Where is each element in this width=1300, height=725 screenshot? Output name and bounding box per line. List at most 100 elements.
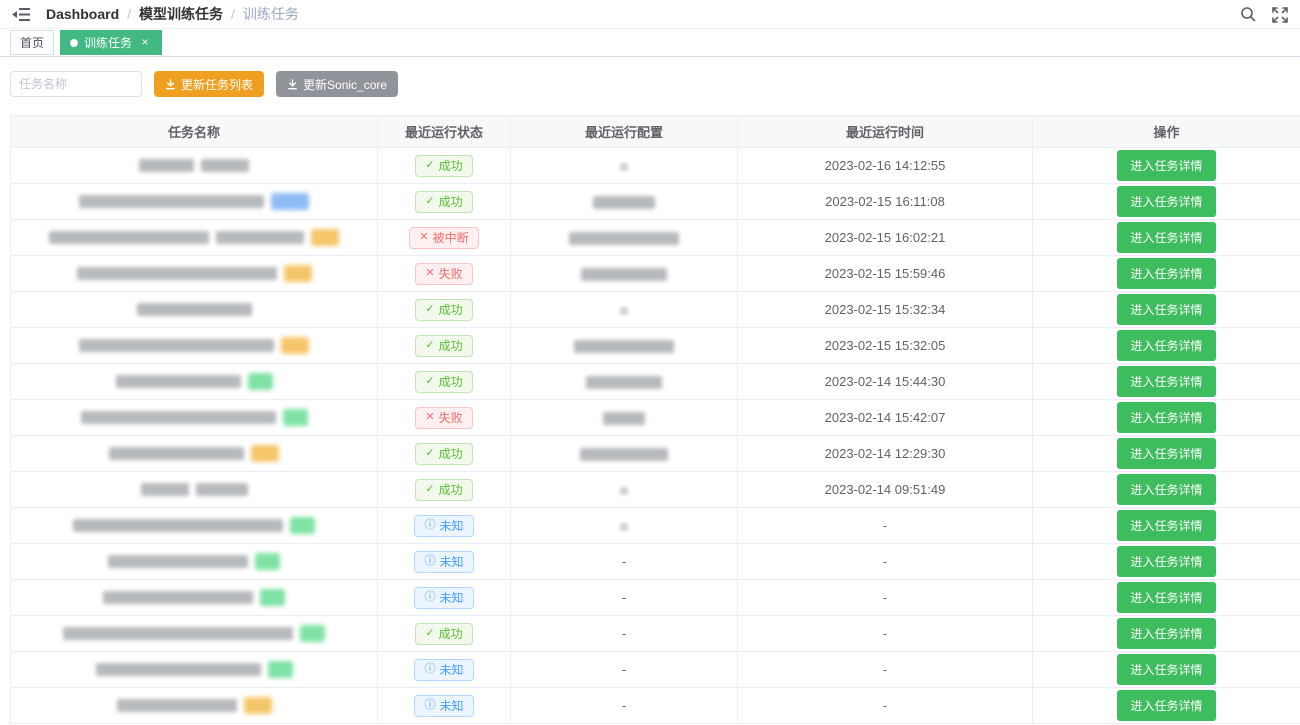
- check-icon: ✓: [425, 340, 434, 351]
- run-status-cell: ✓成功: [378, 292, 511, 328]
- update-sonic-core-button[interactable]: 更新Sonic_core: [276, 71, 398, 97]
- redacted-task-name: [73, 519, 283, 532]
- redacted-config: [593, 196, 655, 209]
- redacted-task-name: [96, 663, 261, 676]
- action-cell: 进入任务详情: [1033, 688, 1300, 724]
- tab-training-tasks[interactable]: 训练任务 ×: [60, 30, 162, 55]
- redacted-task-name: [117, 699, 237, 712]
- action-cell: 进入任务详情: [1033, 148, 1300, 184]
- check-icon: ✓: [425, 448, 434, 459]
- action-cell: 进入任务详情: [1033, 220, 1300, 256]
- task-name-cell: [11, 364, 378, 400]
- last-run-time: 2023-02-15 15:59:46: [738, 256, 1033, 292]
- task-name-cell: [11, 436, 378, 472]
- table-row: ⓘ未知--进入任务详情: [11, 544, 1300, 580]
- redacted-task-name: [79, 339, 274, 352]
- task-name-cell: [11, 184, 378, 220]
- tab-home[interactable]: 首页: [10, 30, 54, 55]
- task-table: 任务名称 最近运行状态 最近运行配置 最近运行时间 操作 ✓成功2023-02-…: [10, 115, 1300, 724]
- task-name-cell: [11, 580, 378, 616]
- table-row: ✕被中断 2023-02-15 16:02:21 进入任务详情: [11, 220, 1300, 256]
- enter-task-detail-button[interactable]: 进入任务详情: [1117, 690, 1215, 721]
- table-row: ✓成功--进入任务详情: [11, 616, 1300, 652]
- run-config-cell: -: [511, 544, 738, 580]
- search-icon[interactable]: [1240, 6, 1257, 23]
- enter-task-detail-button[interactable]: 进入任务详情: [1117, 330, 1215, 361]
- task-tag: [300, 625, 325, 642]
- run-config-cell: [511, 148, 738, 184]
- run-status-cell: ⓘ未知: [378, 544, 511, 580]
- redacted-task-name: [201, 159, 249, 172]
- top-navbar: Dashboard / 模型训练任务 / 训练任务: [0, 0, 1300, 29]
- last-run-time: 2023-02-14 15:44:30: [738, 364, 1033, 400]
- redacted-task-name: [137, 303, 252, 316]
- status-badge: ✓成功: [415, 299, 472, 321]
- status-label: 被中断: [433, 232, 469, 244]
- toolbar: 更新任务列表 更新Sonic_core: [10, 71, 1290, 97]
- task-tag: [271, 193, 309, 210]
- tags-view-bar: 首页 训练任务 ×: [0, 29, 1300, 57]
- status-badge: ⓘ未知: [414, 695, 473, 717]
- status-badge: ✕失败: [415, 263, 472, 285]
- table-row: ✓成功2023-02-16 14:12:55进入任务详情: [11, 148, 1300, 184]
- task-tag: [281, 337, 309, 354]
- enter-task-detail-button[interactable]: 进入任务详情: [1117, 366, 1215, 397]
- enter-task-detail-button[interactable]: 进入任务详情: [1117, 438, 1215, 469]
- redacted-config: [620, 307, 628, 315]
- enter-task-detail-button[interactable]: 进入任务详情: [1117, 618, 1215, 649]
- last-run-time: 2023-02-15 16:02:21: [738, 220, 1033, 256]
- status-badge: ✓ 成功: [415, 335, 472, 357]
- status-label: 成功: [439, 304, 463, 316]
- breadcrumb-model-training[interactable]: 模型训练任务: [139, 4, 223, 24]
- redacted-task-name: [139, 159, 194, 172]
- task-name-cell: [11, 400, 378, 436]
- task-tag: [248, 373, 273, 390]
- enter-task-detail-button[interactable]: 进入任务详情: [1117, 222, 1215, 253]
- task-tag: [260, 589, 285, 606]
- status-badge: ✓成功: [415, 479, 472, 501]
- status-label: 成功: [439, 340, 463, 352]
- enter-task-detail-button[interactable]: 进入任务详情: [1117, 150, 1215, 181]
- enter-task-detail-button[interactable]: 进入任务详情: [1117, 402, 1215, 433]
- status-badge: ⓘ未知: [414, 587, 473, 609]
- status-badge: ⓘ未知: [414, 659, 473, 681]
- status-badge: ✕被中断: [409, 227, 478, 249]
- redacted-task-name: [49, 231, 209, 244]
- enter-task-detail-button[interactable]: 进入任务详情: [1117, 258, 1215, 289]
- enter-task-detail-button[interactable]: 进入任务详情: [1117, 294, 1215, 325]
- redacted-task-name: [196, 483, 248, 496]
- task-name-content: [11, 697, 377, 714]
- enter-task-detail-button[interactable]: 进入任务详情: [1117, 186, 1215, 217]
- info-icon: ⓘ: [424, 664, 435, 675]
- enter-task-detail-button[interactable]: 进入任务详情: [1117, 582, 1215, 613]
- cross-icon: ✕: [425, 412, 434, 423]
- action-cell: 进入任务详情: [1033, 292, 1300, 328]
- status-label: 成功: [439, 484, 463, 496]
- cross-icon: ✕: [425, 268, 434, 279]
- table-row: ✓成功2023-02-14 15:44:30进入任务详情: [11, 364, 1300, 400]
- run-config-cell: [511, 220, 738, 256]
- active-tab-dot-icon: [70, 39, 78, 47]
- breadcrumb-dashboard[interactable]: Dashboard: [46, 6, 119, 22]
- tab-close-icon[interactable]: ×: [138, 36, 152, 50]
- update-task-list-button[interactable]: 更新任务列表: [154, 71, 264, 97]
- action-cell: 进入任务详情: [1033, 580, 1300, 616]
- redacted-task-name: [141, 483, 189, 496]
- breadcrumb-separator: /: [127, 6, 131, 22]
- table-row: ✕失败2023-02-14 15:42:07进入任务详情: [11, 400, 1300, 436]
- run-status-cell: ⓘ未知: [378, 652, 511, 688]
- enter-task-detail-button[interactable]: 进入任务详情: [1117, 546, 1215, 577]
- task-name-content: [11, 517, 377, 534]
- run-status-cell: ✓成功: [378, 184, 511, 220]
- enter-task-detail-button[interactable]: 进入任务详情: [1117, 474, 1215, 505]
- run-status-cell: ✓ 成功: [378, 328, 511, 364]
- task-name-input[interactable]: [10, 71, 142, 97]
- run-status-cell: ✕失败: [378, 256, 511, 292]
- empty-config-value: -: [622, 698, 626, 713]
- fullscreen-icon[interactable]: [1271, 6, 1288, 23]
- hamburger-icon[interactable]: [12, 6, 32, 22]
- enter-task-detail-button[interactable]: 进入任务详情: [1117, 510, 1215, 541]
- status-label: 未知: [439, 700, 463, 712]
- status-badge: ✓成功: [415, 191, 472, 213]
- enter-task-detail-button[interactable]: 进入任务详情: [1117, 654, 1215, 685]
